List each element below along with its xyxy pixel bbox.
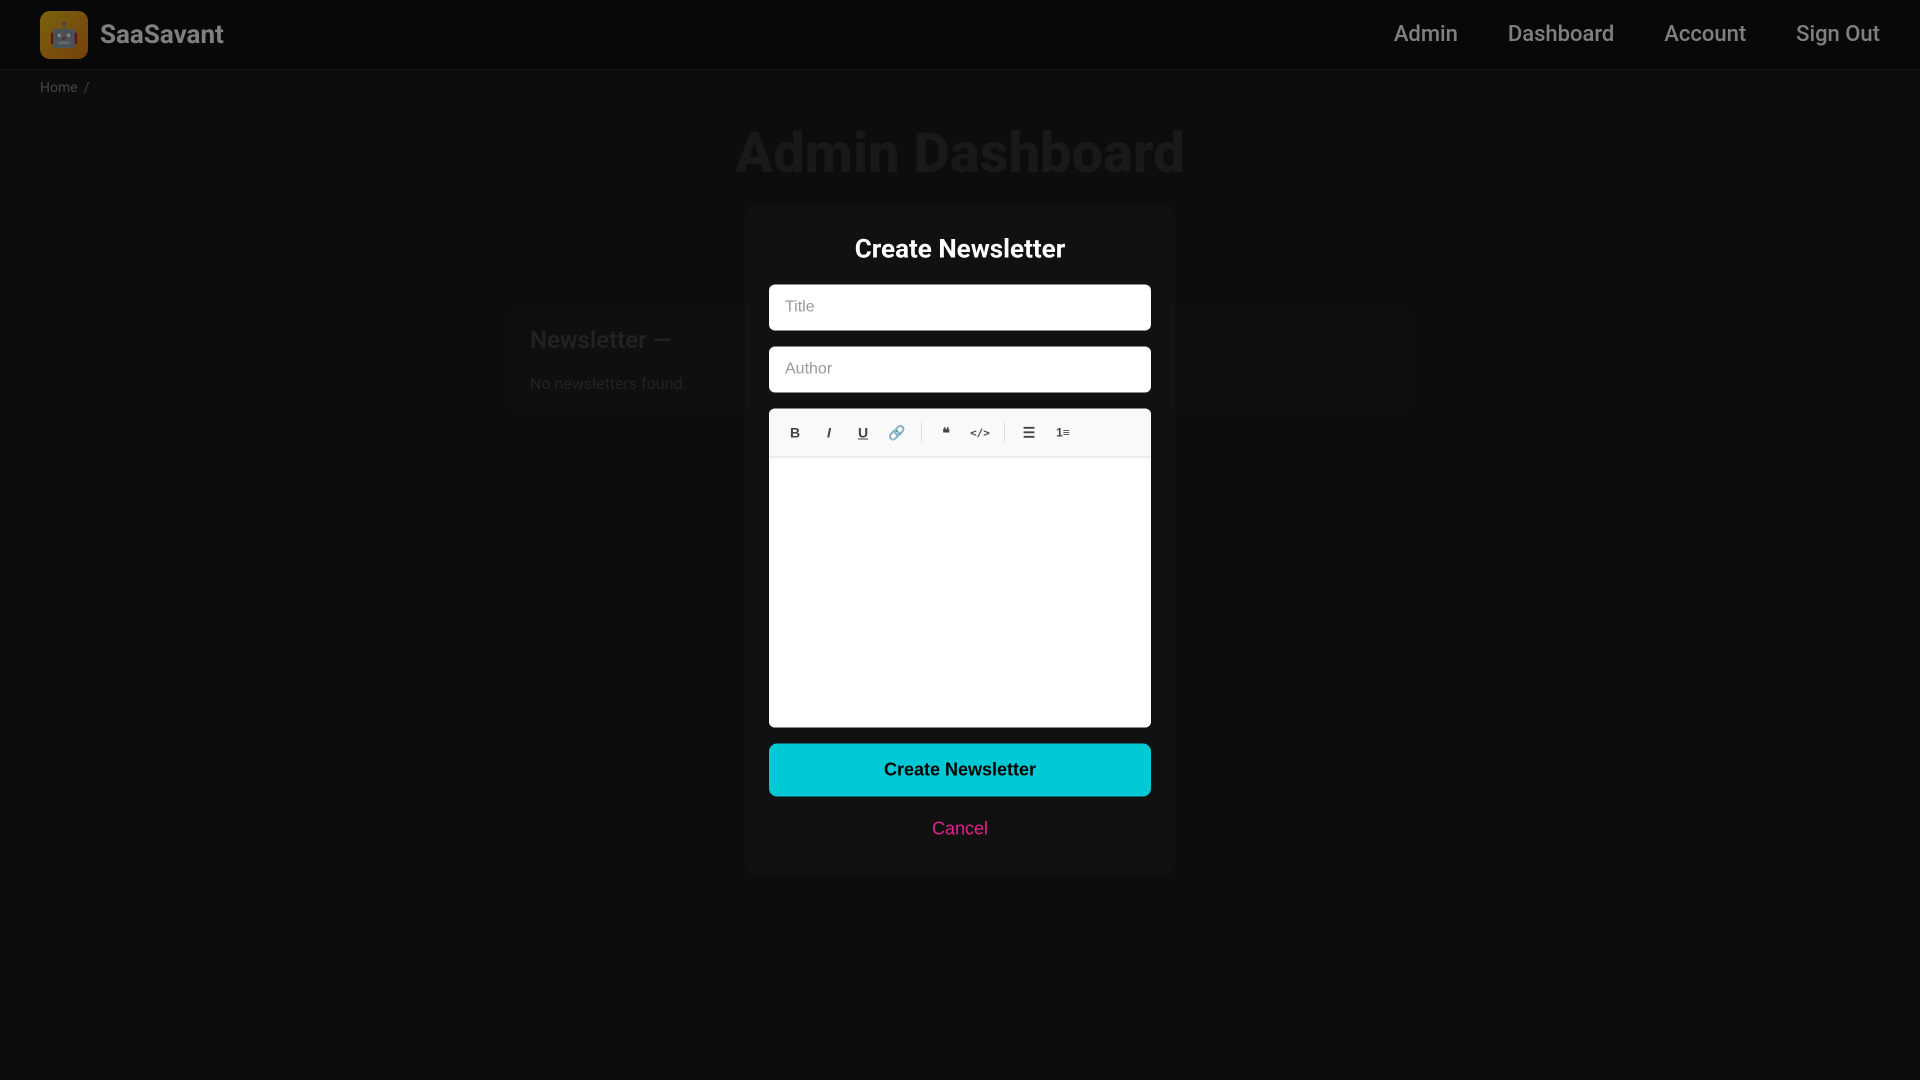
author-input[interactable] <box>769 347 1151 393</box>
link-icon: 🔗 <box>888 424 905 441</box>
ordered-list-icon: 1≡ <box>1056 426 1070 440</box>
bold-button[interactable]: B <box>779 417 811 449</box>
ordered-list-button[interactable]: 1≡ <box>1047 417 1079 449</box>
code-icon: </> <box>970 426 990 439</box>
editor-toolbar: B I U 🔗 ❝ </> <box>769 409 1151 458</box>
italic-button[interactable]: I <box>813 417 845 449</box>
cancel-button[interactable]: Cancel <box>769 813 1151 846</box>
title-input[interactable] <box>769 285 1151 331</box>
bold-icon: B <box>790 425 800 441</box>
create-newsletter-modal: Create Newsletter B I U 🔗 <box>745 205 1175 876</box>
modal-title: Create Newsletter <box>769 235 1151 265</box>
code-button[interactable]: </> <box>964 417 996 449</box>
create-newsletter-button[interactable]: Create Newsletter <box>769 744 1151 797</box>
format-group: B I U 🔗 <box>779 417 913 449</box>
underline-icon: U <box>858 425 868 441</box>
toolbar-separator-2 <box>1004 423 1005 443</box>
unordered-list-icon: ☰ <box>1023 424 1036 441</box>
italic-icon: I <box>827 425 831 441</box>
toolbar-separator-1 <box>921 423 922 443</box>
link-button[interactable]: 🔗 <box>881 417 913 449</box>
blockquote-icon: ❝ <box>942 424 950 441</box>
list-group: ☰ 1≡ <box>1013 417 1079 449</box>
rich-text-editor: B I U 🔗 ❝ </> <box>769 409 1151 728</box>
editor-content-area[interactable] <box>769 458 1151 728</box>
block-group: ❝ </> <box>930 417 996 449</box>
unordered-list-button[interactable]: ☰ <box>1013 417 1045 449</box>
blockquote-button[interactable]: ❝ <box>930 417 962 449</box>
underline-button[interactable]: U <box>847 417 879 449</box>
